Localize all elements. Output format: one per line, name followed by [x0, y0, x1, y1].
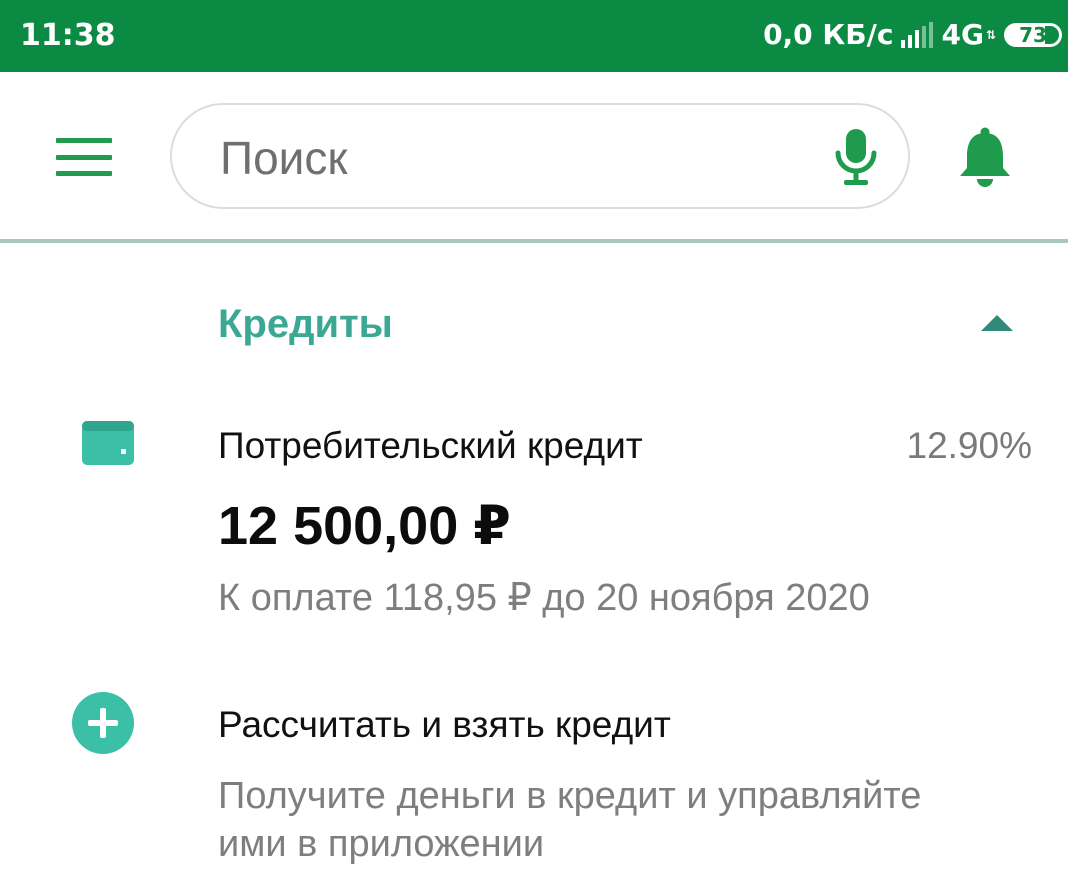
bell-icon[interactable]	[955, 126, 1015, 188]
status-time: 11:38	[20, 18, 116, 53]
wallet-icon	[82, 421, 134, 465]
status-bar: 11:38 0,0 КБ/с 4G ⇅ 73	[0, 0, 1068, 72]
network-type-label: 4G	[941, 18, 984, 51]
battery-level: 73	[1019, 22, 1047, 47]
section-title-credits: Кредиты	[218, 302, 393, 346]
search-input[interactable]	[218, 127, 802, 189]
calculate-loan-title: Рассчитать и взять кредит	[218, 704, 671, 745]
loan-amount: 12 500,00 ₽	[218, 496, 511, 556]
signal-icon	[901, 21, 934, 48]
plus-icon	[72, 692, 134, 754]
loan-name: Потребительский кредит	[218, 425, 643, 466]
calculate-loan-description: Получите деньги в кредит и управляйте им…	[218, 775, 922, 865]
header-divider	[0, 239, 1068, 243]
network-speed: 0,0 КБ/с	[763, 18, 894, 51]
microphone-icon[interactable]	[832, 127, 880, 187]
network-arrows-icon: ⇅	[985, 28, 996, 42]
loan-payment-due: К оплате 118,95 ₽ до 20 ноября 2020	[218, 577, 870, 619]
battery-icon: 73	[1004, 22, 1062, 47]
search-bar[interactable]	[170, 103, 910, 209]
network-type: 4G ⇅	[941, 18, 996, 51]
status-indicators: 0,0 КБ/с 4G ⇅ 73	[763, 18, 1062, 51]
loan-rate: 12.90%	[906, 425, 1033, 466]
chevron-up-icon[interactable]	[978, 312, 1016, 334]
menu-icon[interactable]	[56, 138, 112, 176]
